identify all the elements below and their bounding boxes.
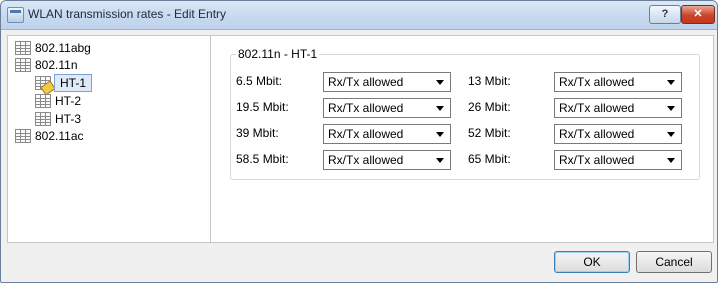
table-edit-icon [35, 76, 56, 96]
rate-select-65[interactable]: Rx/Tx allowed [554, 150, 682, 170]
table-icon [15, 58, 31, 72]
chevron-down-icon [436, 158, 444, 163]
rate-select-19-5[interactable]: Rx/Tx allowed [323, 98, 451, 118]
group-title: 802.11n - HT-1 [236, 47, 320, 61]
rate-label: 19.5 Mbit: [236, 100, 289, 114]
select-value: Rx/Tx allowed [328, 75, 404, 89]
rate-select-13[interactable]: Rx/Tx allowed [554, 72, 682, 92]
tree-item-label: 802.11abg [35, 41, 91, 55]
chevron-down-icon [667, 80, 675, 85]
title-bar: WLAN transmission rates - Edit Entry ? ✕ [1, 1, 717, 30]
select-value: Rx/Tx allowed [328, 127, 404, 141]
tree-item-label: HT-3 [55, 112, 82, 126]
select-value: Rx/Tx allowed [328, 101, 404, 115]
chevron-down-icon [667, 106, 675, 111]
select-value: Rx/Tx allowed [559, 75, 635, 89]
rate-label: 58.5 Mbit: [236, 152, 289, 166]
select-value: Rx/Tx allowed [559, 127, 635, 141]
rate-label: 13 Mbit: [468, 74, 511, 88]
help-button[interactable]: ? [649, 5, 681, 24]
chevron-down-icon [436, 80, 444, 85]
tree-item-label: 802.11ac [35, 129, 84, 143]
chevron-down-icon [667, 132, 675, 137]
rate-label: 6.5 Mbit: [236, 74, 283, 88]
rate-label: 52 Mbit: [468, 126, 511, 140]
select-value: Rx/Tx allowed [328, 153, 404, 167]
table-icon [35, 112, 51, 126]
rate-label: 65 Mbit: [468, 152, 511, 166]
select-value: Rx/Tx allowed [559, 101, 635, 115]
tree-item-label: 802.11n [35, 58, 78, 72]
select-value: Rx/Tx allowed [559, 153, 635, 167]
chevron-down-icon [436, 106, 444, 111]
tree-view: 802.11abg 802.11n HT-1 HT-2 HT-3 802.11a… [8, 36, 211, 242]
table-icon [15, 41, 31, 55]
content-area: 802.11abg 802.11n HT-1 HT-2 HT-3 802.11a… [7, 35, 714, 243]
window-icon [7, 7, 24, 23]
rate-select-58-5[interactable]: Rx/Tx allowed [323, 150, 451, 170]
chevron-down-icon [667, 158, 675, 163]
cancel-button[interactable]: Cancel [636, 251, 712, 273]
rate-select-26[interactable]: Rx/Tx allowed [554, 98, 682, 118]
tree-item-label: HT-1 [54, 74, 93, 92]
rate-label: 26 Mbit: [468, 100, 511, 114]
rate-label: 39 Mbit: [236, 126, 279, 140]
settings-panel: 802.11n - HT-1 6.5 Mbit: Rx/Tx allowed 1… [220, 36, 713, 242]
table-icon [15, 129, 31, 143]
rate-select-52[interactable]: Rx/Tx allowed [554, 124, 682, 144]
table-icon [35, 94, 51, 108]
chevron-down-icon [436, 132, 444, 137]
ok-button[interactable]: OK [554, 251, 630, 273]
dialog-window: WLAN transmission rates - Edit Entry ? ✕… [0, 0, 718, 283]
rate-select-39[interactable]: Rx/Tx allowed [323, 124, 451, 144]
tree-item-label: HT-2 [55, 94, 82, 108]
rate-select-6-5[interactable]: Rx/Tx allowed [323, 72, 451, 92]
window-title: WLAN transmission rates - Edit Entry [28, 7, 227, 21]
close-button[interactable]: ✕ [681, 5, 715, 24]
